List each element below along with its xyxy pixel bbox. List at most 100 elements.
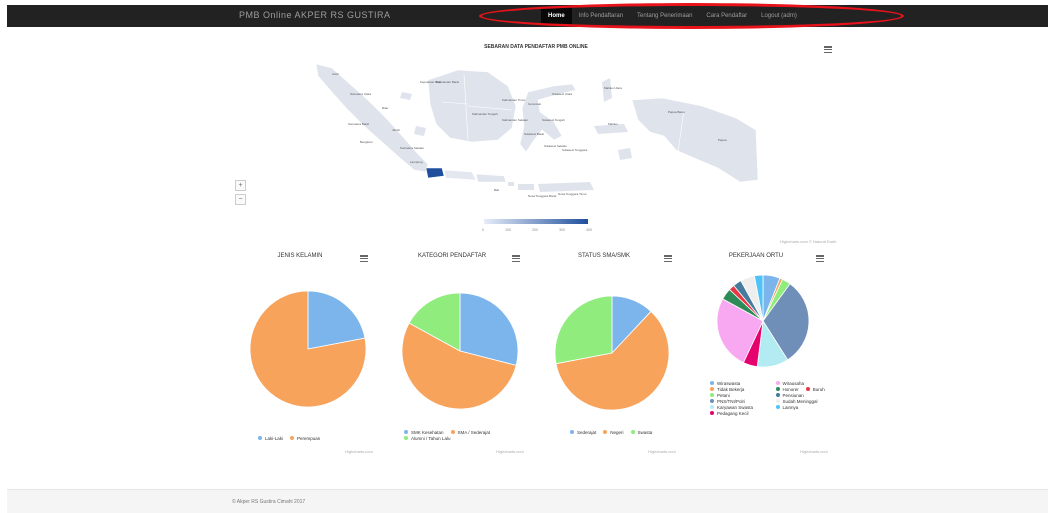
map-region-maluku-south	[618, 148, 632, 160]
map-title: SEBARAN DATA PENDAFTAR PMB ONLINE	[484, 44, 588, 50]
map-label: Sumatera Selatan	[400, 146, 425, 150]
legend-label: Wirausaha	[782, 380, 805, 386]
legend-marker	[775, 399, 780, 403]
chart-credits[interactable]: Highcharts.com	[648, 449, 676, 454]
legend-label: Honorer	[782, 386, 799, 392]
legend-marker	[290, 436, 295, 440]
legend-marker	[805, 387, 810, 391]
legend-label: Perempuan	[297, 435, 321, 441]
nav-logout[interactable]: Logout (adm)	[754, 7, 804, 25]
chart-legend: Wiraswasta Tidak Bekerja Petani PNS/TNI/Pol…	[710, 380, 836, 416]
scale-tick: 400	[586, 228, 592, 232]
zoom-out-button[interactable]: −	[235, 194, 246, 205]
chart-credits[interactable]: Highcharts.com	[345, 449, 373, 454]
legend-marker	[710, 393, 714, 397]
legend-label: Laki-Laki	[265, 435, 284, 441]
chart-jenis-kelamin: JENIS KELAMIN Laki-Laki Perempuan Highcha…	[240, 248, 388, 456]
legend-item[interactable]: Pedagang Kecil	[710, 410, 749, 416]
brand-title[interactable]: PMB Online AKPER RS GUSTIRA	[239, 10, 391, 20]
map-label: Lampung	[410, 160, 423, 164]
map-region-maluku-utara	[602, 78, 612, 102]
nav-menu: Home Info Pendaftaran Tentang Penerimaan…	[541, 7, 804, 25]
map-label: Nusa Tenggara Barat	[528, 194, 557, 198]
map-region-papua	[631, 97, 759, 183]
legend-label: PNS/TNI/Polri	[717, 398, 746, 404]
map-menu-icon[interactable]	[824, 46, 832, 54]
map-label: Sumatera Utara	[350, 92, 372, 96]
map-region-kepri	[400, 92, 412, 100]
map-label: Bali	[494, 188, 500, 192]
legend-item[interactable]: Laki-Laki	[258, 435, 283, 441]
nav-home[interactable]: Home	[541, 7, 572, 25]
chart-legend: Sederajat Negeri Swasta	[570, 429, 670, 435]
legend-label: Karyawan Swasta	[717, 404, 754, 410]
map-label: Papua Barat	[668, 110, 685, 114]
pie-svg	[249, 290, 367, 408]
map-label: Maluku	[608, 122, 618, 126]
legend-item[interactable]: Alumni / Tahun Lalu	[404, 435, 450, 441]
legend-label: Tidak Bekerja	[717, 386, 745, 392]
legend-label: SMK Kesehatan	[411, 429, 444, 435]
map-label: Kalimantan Timur	[502, 98, 526, 102]
map-region-bangka	[414, 126, 426, 136]
legend-item[interactable]: SMA / Sederajat	[450, 429, 490, 435]
legend-marker	[775, 381, 780, 385]
nav-info-pendaftaran[interactable]: Info Pendaftaran	[572, 7, 630, 25]
legend-marker	[775, 387, 780, 391]
legend-item[interactable]: Sederajat	[570, 429, 596, 435]
footer: © Akper RS Gustira Cimahi 2017	[7, 489, 1048, 513]
legend-item[interactable]: Negeri	[603, 429, 624, 435]
map-color-scale	[484, 219, 588, 224]
map-label: Nusa Tenggara Timur	[558, 192, 587, 196]
pie-svg	[401, 292, 519, 410]
nav-tentang-penerimaan[interactable]: Tentang Penerimaan	[630, 7, 699, 25]
legend-marker	[775, 405, 780, 409]
chart-legend: Laki-Laki Perempuan	[258, 435, 327, 441]
chart-legend: SMK Kesehatan SMA / Sederajat Alumni / Tah…	[404, 429, 524, 441]
navbar: PMB Online AKPER RS GUSTIRA Home Info Pe…	[7, 5, 1048, 27]
pie-slice[interactable]	[554, 295, 613, 365]
map-region-ntt	[538, 182, 594, 192]
legend-marker	[404, 436, 408, 440]
map-label: Maluku Utara	[604, 86, 622, 90]
legend-item[interactable]: Swasta	[630, 429, 652, 435]
legend-marker	[570, 430, 574, 434]
legend-label: Negeri	[610, 429, 624, 435]
chart-pekerjaan-ortu: PEKERJAAN ORTU Wiraswasta Tidak Bekerja Pe…	[696, 248, 844, 456]
map-region-java-central	[443, 169, 477, 181]
map-label: Kalimantan Tengah	[472, 112, 498, 116]
legend-marker	[258, 436, 262, 440]
chart-credits[interactable]: Highcharts.com	[496, 449, 524, 454]
legend-marker	[450, 430, 455, 434]
legend-label: Sederajat	[577, 429, 597, 435]
nav-cara-pendaftar[interactable]: Cara Pendaftar	[699, 7, 754, 25]
legend-item[interactable]: Buruh	[805, 386, 825, 392]
zoom-in-button[interactable]: +	[235, 180, 246, 191]
legend-marker	[603, 430, 608, 434]
map-credits[interactable]: Highcharts.com © Natural Earth	[780, 239, 837, 244]
legend-label: Petani	[717, 392, 730, 398]
scale-tick: 200	[532, 228, 538, 232]
scale-tick: 0	[482, 228, 484, 232]
legend-item[interactable]: Perempuan	[290, 435, 320, 441]
map-label: Kalimantan Barat	[436, 80, 460, 84]
legend-marker	[630, 430, 635, 434]
scale-tick: 100	[505, 228, 511, 232]
legend-label: Pedagang Kecil	[717, 410, 749, 416]
map-region-java-east	[475, 173, 507, 183]
legend-marker	[710, 411, 714, 415]
legend-marker	[404, 430, 408, 434]
legend-label: Sudah Meninggal	[782, 398, 818, 404]
map-region-bali	[508, 182, 514, 186]
indonesia-map	[315, 63, 759, 224]
map-label: Kalimantan Selatan	[502, 118, 529, 122]
pie-svg	[554, 295, 670, 411]
legend-item[interactable]: Lainnya	[775, 404, 798, 410]
map-scale-ticks: 0 100 200 300 400	[482, 228, 592, 232]
footer-copyright: © Akper RS Gustira Cimahi 2017	[232, 499, 306, 505]
map-region-sumatra	[315, 63, 429, 173]
chart-credits[interactable]: Highcharts.com	[800, 449, 828, 454]
chart-kategori-pendaftar: KATEGORI PENDAFTAR SMK Kesehatan SMA / Se…	[392, 248, 540, 456]
chart-status-sma-smk: STATUS SMA/SMK Sederajat Negeri Swasta Hig…	[544, 248, 692, 456]
map-label: Gorontalo	[528, 102, 542, 106]
